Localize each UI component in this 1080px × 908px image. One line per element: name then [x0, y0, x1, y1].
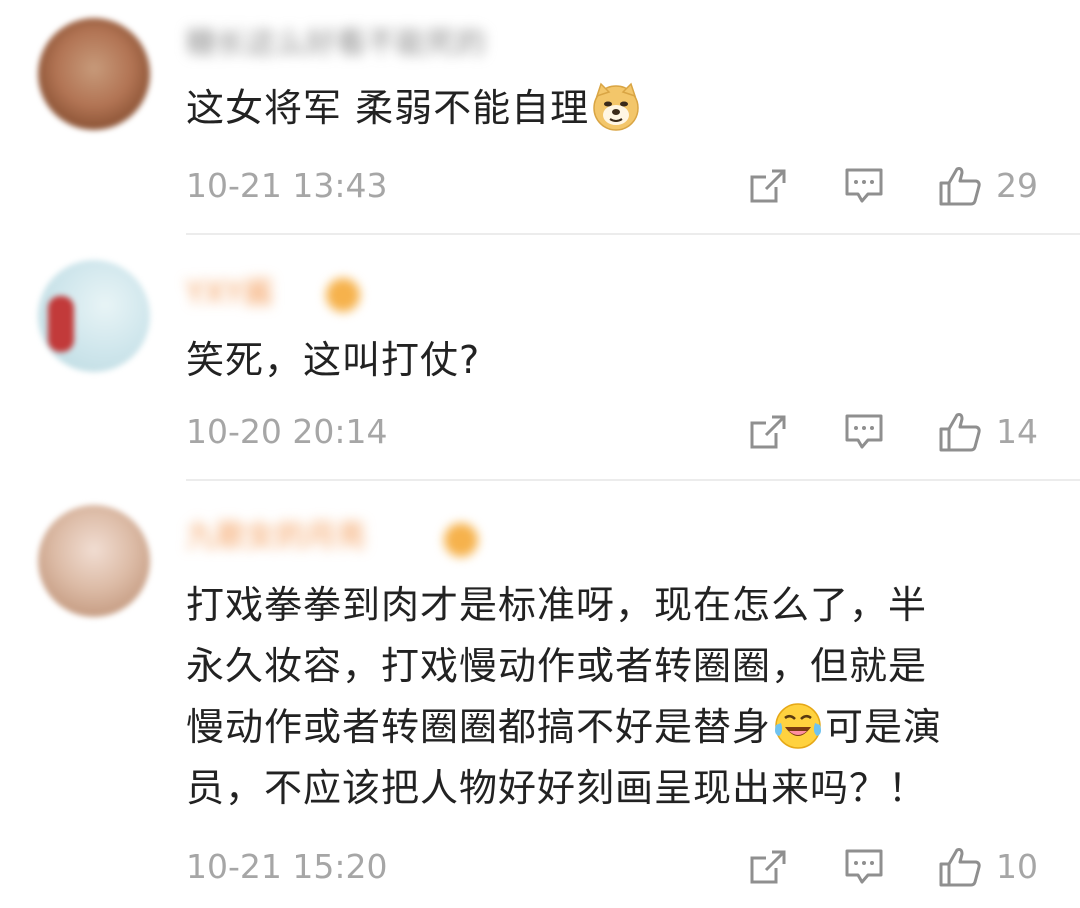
- comment-text: 笑死，这叫打仗?: [186, 330, 1040, 391]
- reply-button[interactable]: [844, 410, 884, 454]
- share-button[interactable]: [748, 845, 788, 889]
- timestamp: 10-21 13:43: [186, 166, 388, 205]
- comment-icon: [845, 414, 883, 449]
- timestamp: 10-21 15:20: [186, 847, 388, 886]
- share-icon: [750, 850, 786, 884]
- comment-text-segment: 可是演: [825, 705, 943, 749]
- timestamp: 10-20 20:14: [186, 412, 388, 451]
- comment-text-line: 员，不应该把人物好好刻画呈现出来吗？！: [186, 766, 928, 810]
- laugh-cry-emoji-icon: [773, 701, 823, 751]
- comment-item: YXY酱 笑死，这叫打仗? 10-20 20:14 14: [0, 236, 1080, 481]
- comment-item: 九歌女的月亮 打戏拳拳到肉才是标准呀，现在怎么了，半 永久妆容，打戏慢动作或者转…: [0, 483, 1080, 908]
- share-icon: [750, 169, 786, 203]
- comment-text: 打戏拳拳到肉才是标准呀，现在怎么了，半 永久妆容，打戏慢动作或者转圈圈，但就是 …: [186, 575, 1040, 819]
- avatar[interactable]: [38, 505, 150, 617]
- vip-badge-icon: [444, 523, 478, 557]
- comment-meta: 10-21 15:20 10: [186, 845, 1042, 889]
- comment-text-content: 这女将军 柔弱不能自理: [186, 86, 590, 130]
- divider: [186, 233, 1080, 235]
- comment-icon: [845, 849, 883, 884]
- like-button[interactable]: 14: [938, 410, 1038, 454]
- comment-meta: 10-20 20:14 14: [186, 410, 1042, 454]
- comment-text-content: 笑死，这叫打仗?: [186, 338, 481, 382]
- username[interactable]: 九歌女的月亮: [186, 517, 366, 557]
- vip-badge-icon: [326, 278, 360, 312]
- like-count: 14: [996, 412, 1038, 451]
- like-button[interactable]: 10: [938, 845, 1038, 889]
- reply-button[interactable]: [844, 164, 884, 208]
- share-icon: [750, 415, 786, 449]
- comment-text-line: 打戏拳拳到肉才是标准呀，现在怎么了，半: [186, 583, 928, 627]
- thumbs-up-icon: [939, 848, 981, 887]
- like-count: 29: [996, 166, 1038, 205]
- reply-button[interactable]: [844, 845, 884, 889]
- share-button[interactable]: [748, 164, 788, 208]
- username[interactable]: 糖长这么好看不能死的: [186, 24, 486, 64]
- share-button[interactable]: [748, 410, 788, 454]
- comment-meta: 10-21 13:43 29: [186, 164, 1042, 208]
- divider: [186, 479, 1080, 481]
- username[interactable]: YXY酱: [186, 274, 273, 314]
- like-count: 10: [996, 847, 1038, 886]
- comment-icon: [845, 168, 883, 203]
- doge-emoji-icon: [591, 82, 641, 132]
- like-button[interactable]: 29: [938, 164, 1038, 208]
- comment-text-line: 慢动作或者转圈圈都搞不好是替身 可是演: [186, 697, 1040, 758]
- avatar[interactable]: [38, 18, 150, 130]
- comment-text-segment: 慢动作或者转圈圈都搞不好是替身: [186, 705, 772, 749]
- comment-text: 这女将军 柔弱不能自理: [186, 78, 1040, 139]
- avatar[interactable]: [38, 260, 150, 372]
- comment-text-line: 永久妆容，打戏慢动作或者转圈圈，但就是: [186, 644, 928, 688]
- thumbs-up-icon: [939, 167, 981, 206]
- comment-item: 糖长这么好看不能死的 这女将军 柔弱不能自理 10-21 13:43 29: [0, 0, 1080, 234]
- thumbs-up-icon: [939, 413, 981, 452]
- comment-list: 糖长这么好看不能死的 这女将军 柔弱不能自理 10-21 13:43 29 YX…: [0, 0, 1080, 908]
